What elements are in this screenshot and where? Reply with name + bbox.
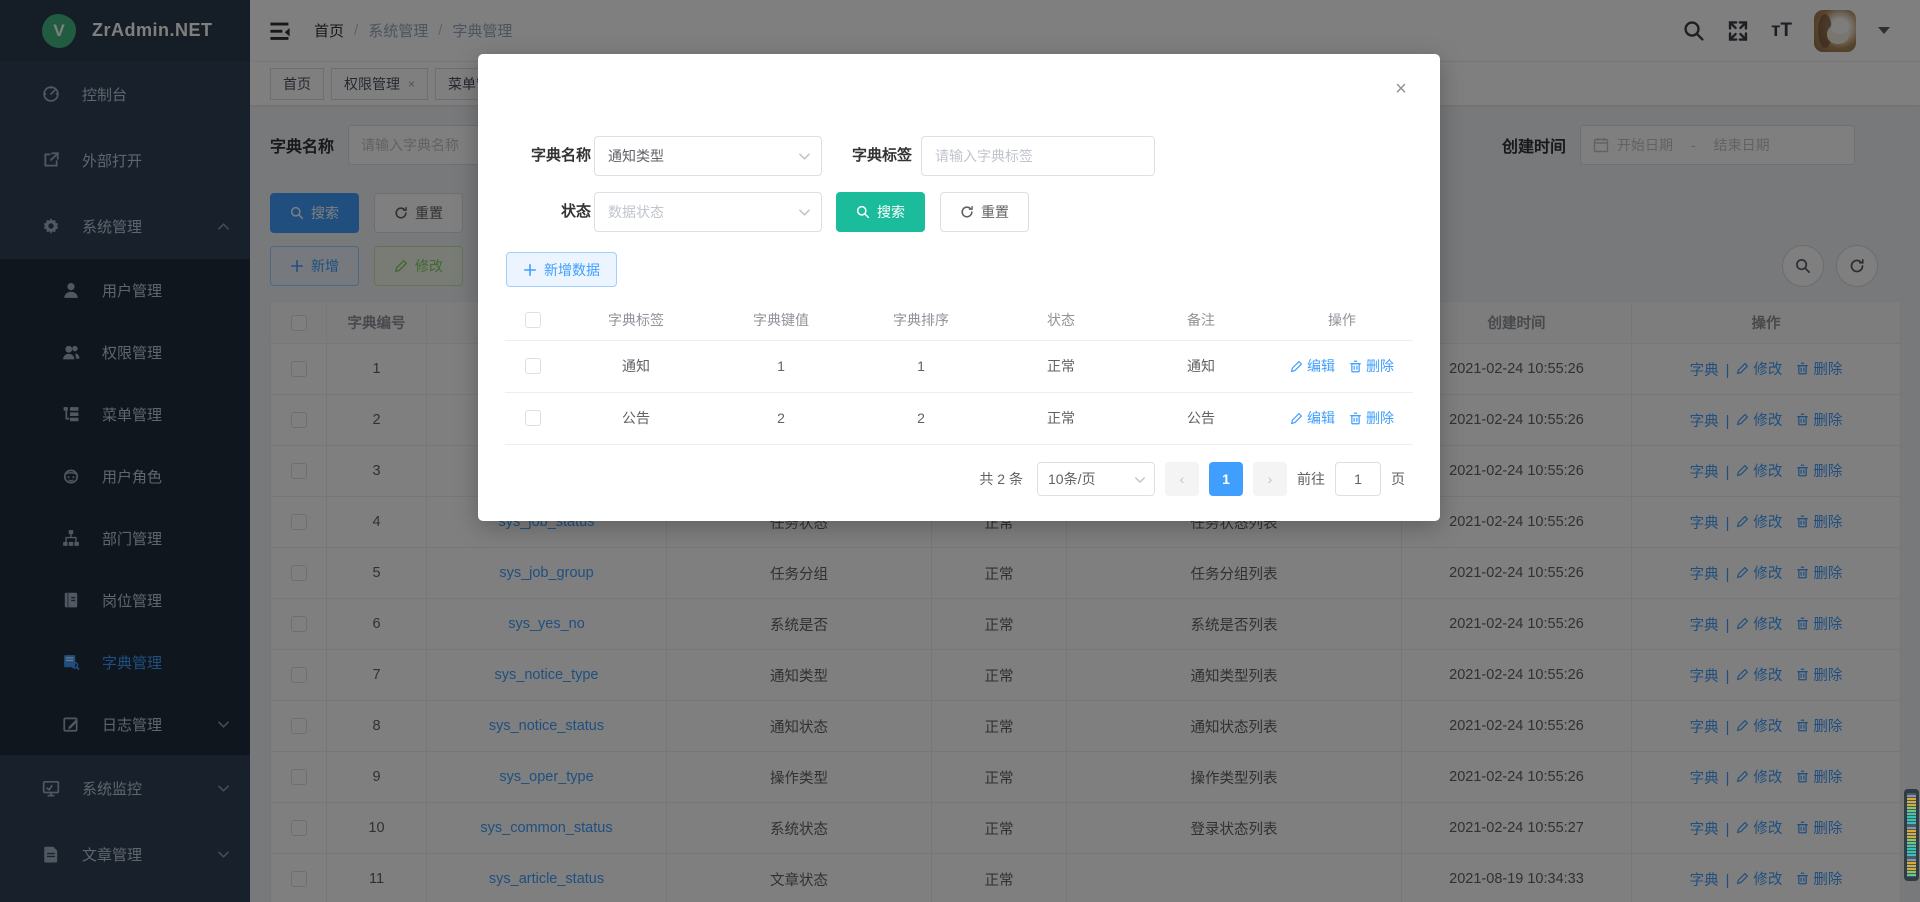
row-checkbox[interactable] (525, 410, 541, 426)
table-header-row: 字典标签 字典键值 字典排序 状态 备注 操作 (505, 300, 1413, 340)
header-status: 状态 (991, 300, 1131, 340)
row-edit-link[interactable]: 编辑 (1290, 356, 1335, 376)
modal-dict-label-input[interactable]: 请输入字典标签 (921, 136, 1155, 176)
modal-status-select[interactable]: 数据状态 (594, 192, 822, 232)
plus-icon (523, 263, 537, 277)
select-all-checkbox[interactable] (525, 312, 541, 328)
row-delete-link[interactable]: 删除 (1349, 356, 1394, 376)
goto-label: 前往 (1297, 469, 1325, 489)
trash-icon (1349, 360, 1362, 373)
cell-dict-sort: 2 (851, 392, 991, 444)
placeholder-text: 请输入字典标签 (935, 146, 1033, 166)
cell-remark: 通知 (1131, 340, 1271, 392)
modal-add-data-button[interactable]: 新增数据 (506, 252, 617, 287)
table-row: 通知 1 1 正常 通知 编辑删除 (505, 340, 1413, 392)
cell-dict-value: 1 (711, 340, 851, 392)
chevron-down-icon (1134, 474, 1146, 486)
row-checkbox[interactable] (525, 358, 541, 374)
prev-page-button[interactable]: ‹ (1165, 462, 1199, 496)
page-size-select[interactable]: 10条/页 (1037, 462, 1155, 496)
modal-reset-button[interactable]: 重置 (940, 192, 1029, 232)
button-label: 重置 (981, 202, 1009, 222)
header-dict-value: 字典键值 (711, 300, 851, 340)
cell-operations: 编辑删除 (1271, 392, 1413, 444)
pencil-icon (1290, 412, 1303, 425)
dict-data-table: 字典标签 字典键值 字典排序 状态 备注 操作 通知 1 1 正常 通知 编辑删… (505, 300, 1413, 445)
goto-page-input[interactable]: 1 (1335, 462, 1381, 496)
cell-status: 正常 (991, 392, 1131, 444)
cell-status: 正常 (991, 340, 1131, 392)
header-dict-label: 字典标签 (561, 300, 711, 340)
search-icon (856, 205, 870, 219)
selected-value: 10条/页 (1048, 469, 1095, 489)
chevron-down-icon (798, 206, 811, 219)
modal-status-label: 状态 (505, 192, 591, 232)
trash-icon (1349, 412, 1362, 425)
page-number-1[interactable]: 1 (1209, 462, 1243, 496)
table-row: 公告 2 2 正常 公告 编辑删除 (505, 392, 1413, 444)
pagination: 共 2 条 10条/页 ‹ 1 › 前往 1 页 (979, 462, 1405, 496)
selected-value: 通知类型 (608, 146, 664, 166)
cell-dict-sort: 1 (851, 340, 991, 392)
header-dict-sort: 字典排序 (851, 300, 991, 340)
devtools-stripe-widget[interactable] (1904, 789, 1919, 881)
cell-dict-label: 通知 (561, 340, 711, 392)
pencil-icon (1290, 360, 1303, 373)
modal-dict-name-label: 字典名称 (505, 136, 591, 176)
cell-remark: 公告 (1131, 392, 1271, 444)
chevron-down-icon (798, 150, 811, 163)
refresh-icon (960, 205, 974, 219)
modal-search-button[interactable]: 搜索 (836, 192, 925, 232)
page-suffix-label: 页 (1391, 469, 1405, 489)
cell-dict-label: 公告 (561, 392, 711, 444)
total-count: 共 2 条 (979, 469, 1023, 489)
row-delete-link[interactable]: 删除 (1349, 408, 1394, 428)
placeholder-text: 数据状态 (608, 202, 664, 222)
next-page-button[interactable]: › (1253, 462, 1287, 496)
row-edit-link[interactable]: 编辑 (1290, 408, 1335, 428)
header-remark: 备注 (1131, 300, 1271, 340)
dict-data-dialog: × 字典名称 通知类型 字典标签 请输入字典标签 状态 数据状态 搜索 重置 新… (478, 54, 1440, 521)
button-label: 新增数据 (544, 260, 600, 280)
cell-dict-value: 2 (711, 392, 851, 444)
modal-dict-label-label: 字典标签 (828, 136, 912, 176)
header-operations: 操作 (1271, 300, 1413, 340)
button-label: 搜索 (877, 202, 905, 222)
close-icon[interactable]: × (1392, 80, 1410, 98)
modal-dict-name-select[interactable]: 通知类型 (594, 136, 822, 176)
cell-operations: 编辑删除 (1271, 340, 1413, 392)
